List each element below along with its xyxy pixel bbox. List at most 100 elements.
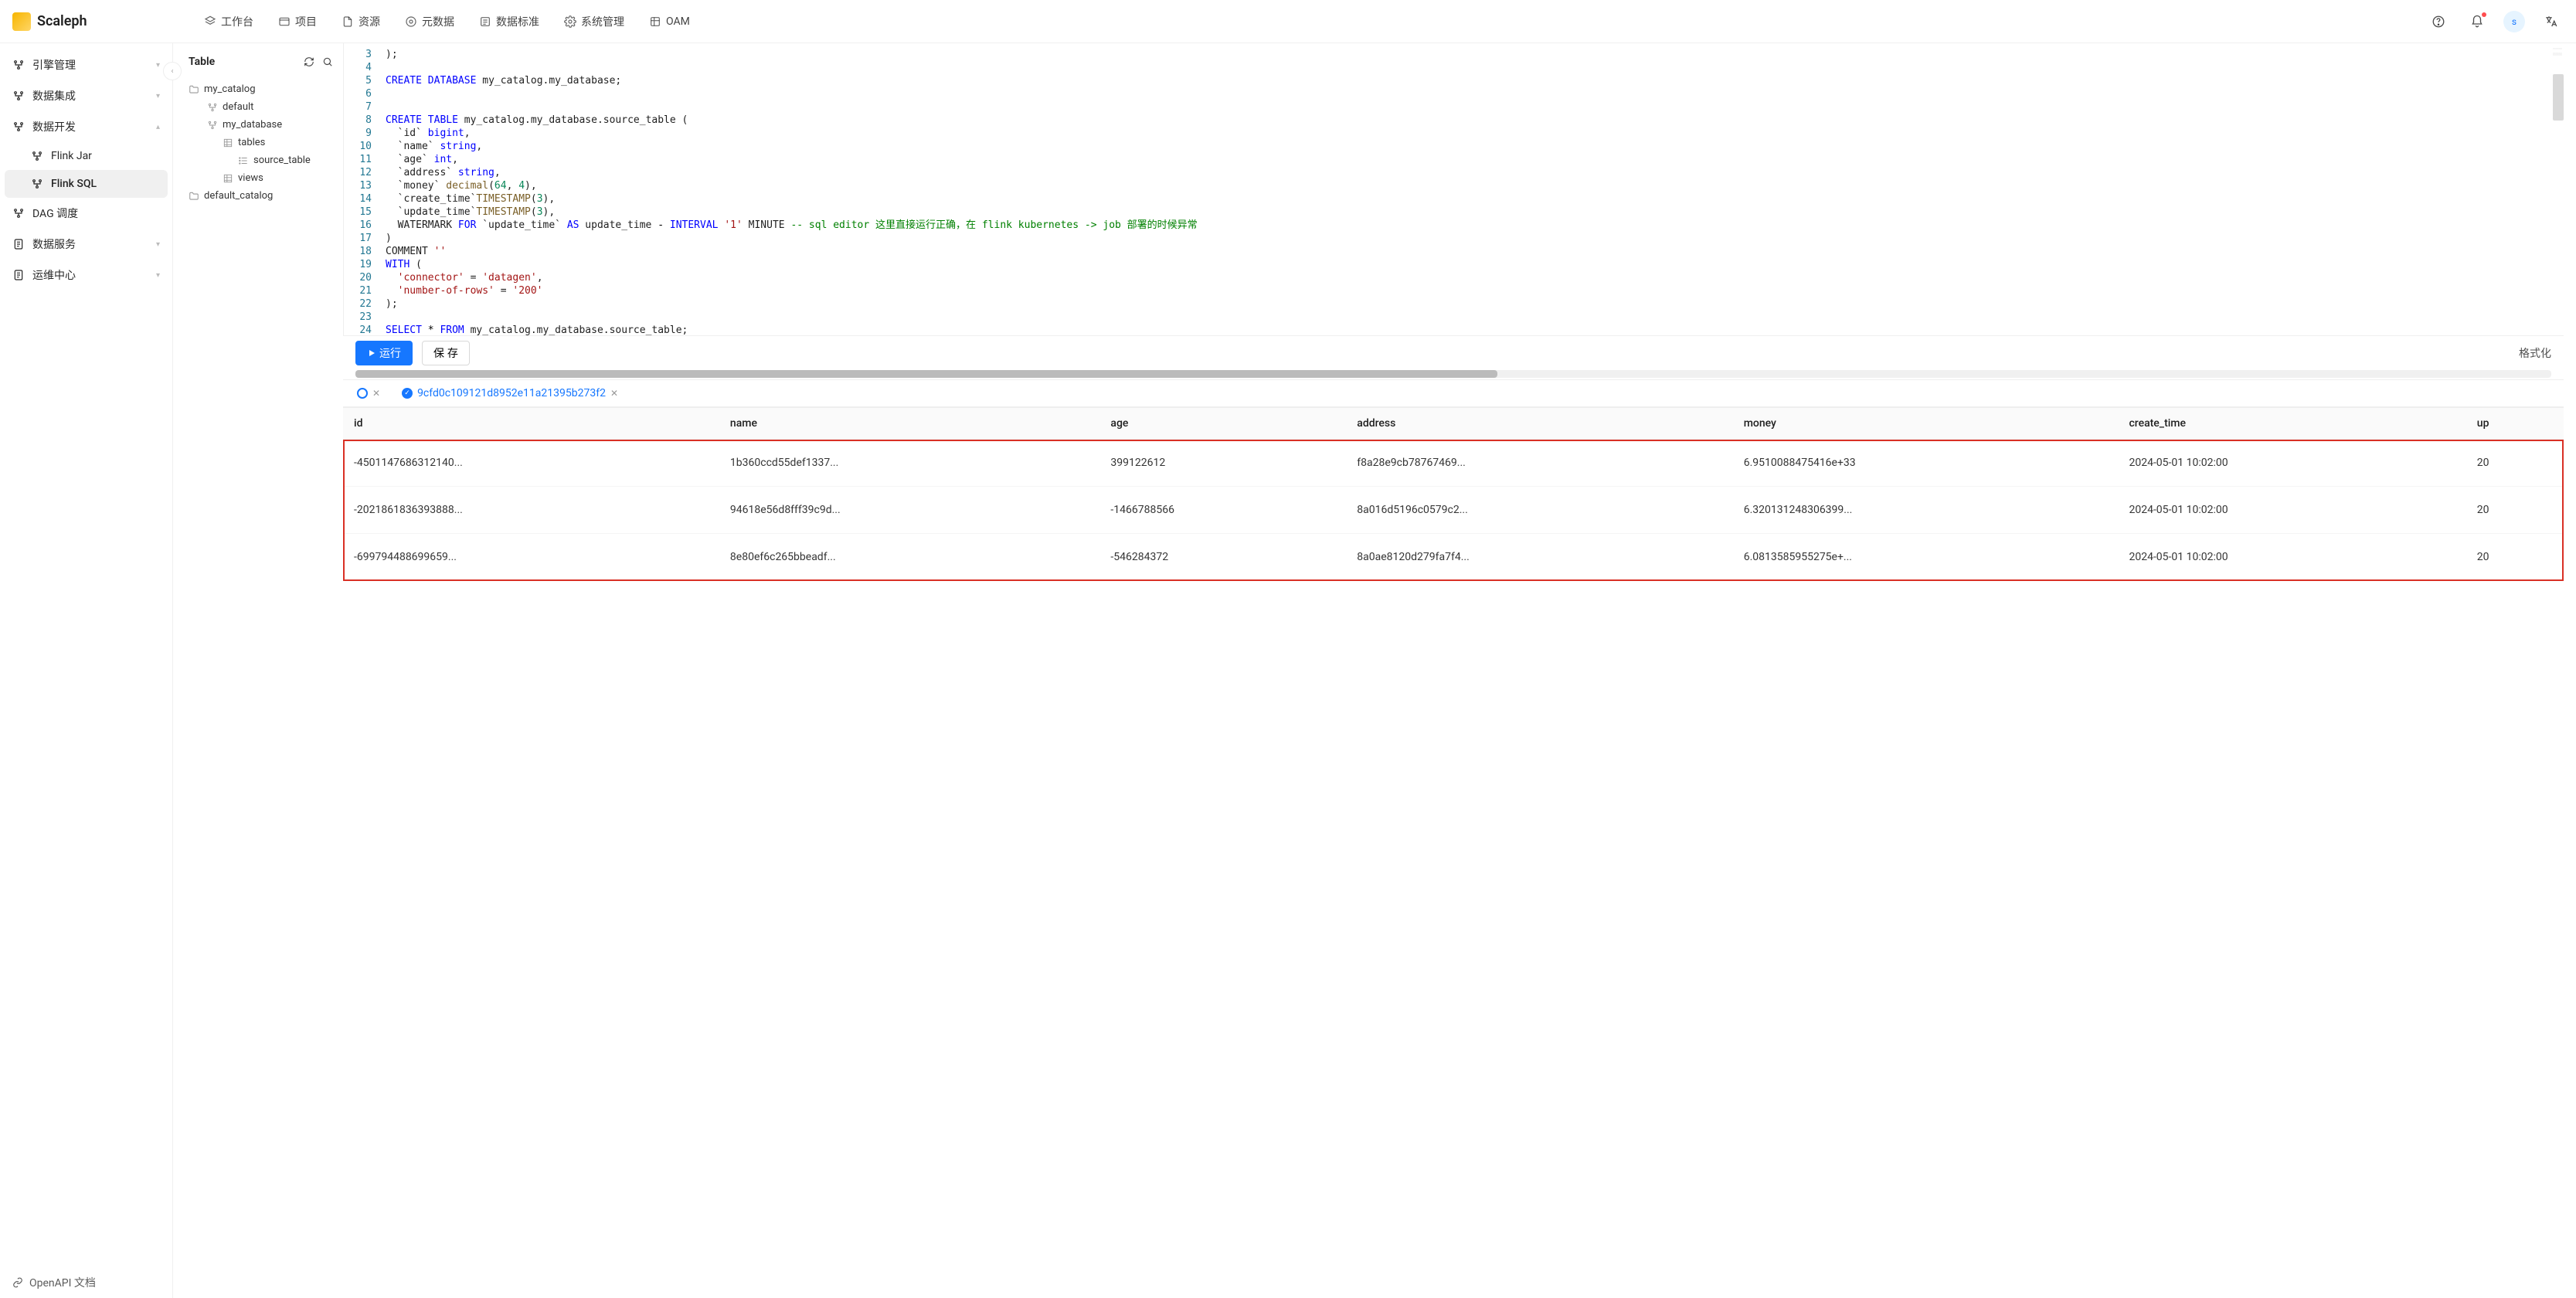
result-tab-active[interactable]: ✓ 9cfd0c109121d8952e11a21395b273f2 ✕ xyxy=(394,380,626,406)
nav-icon xyxy=(564,15,576,28)
column-header[interactable]: money xyxy=(1733,408,2119,440)
column-header[interactable]: id xyxy=(343,408,719,440)
top-nav-item[interactable]: 工作台 xyxy=(193,9,264,34)
table-cell: 6.320131248306399... xyxy=(1733,487,2119,534)
table-cell: -2021861836393888... xyxy=(343,487,719,534)
editor-horizontal-scrollbar[interactable] xyxy=(355,370,2551,378)
table-cell: f8a28e9cb78767469... xyxy=(1346,440,1732,487)
notification-dot xyxy=(2482,12,2486,17)
sidebar-item-label: Flink Jar xyxy=(51,150,92,162)
sidebar-item[interactable]: 引擎管理▾ xyxy=(0,49,172,80)
db-icon xyxy=(207,120,218,131)
refresh-icon[interactable] xyxy=(300,53,318,71)
tree-node[interactable]: views xyxy=(189,169,337,187)
save-button[interactable]: 保 存 xyxy=(422,341,470,365)
sidebar-item-label: Flink SQL xyxy=(51,178,97,190)
link-icon xyxy=(12,1277,23,1288)
column-header[interactable]: address xyxy=(1346,408,1732,440)
sidebar-subitem[interactable]: Flink SQL xyxy=(5,170,168,198)
menu-icon xyxy=(12,121,25,133)
table-cell: 8a016d5196c0579c2... xyxy=(1346,487,1732,534)
table-cell: 8e80ef6c265bbeadf... xyxy=(719,534,1100,581)
tree-node-label: views xyxy=(238,172,263,184)
table-cell: 20 xyxy=(2466,487,2564,534)
table-row[interactable]: -2021861836393888...94618e56d8fff39c9d..… xyxy=(343,487,2564,534)
nav-label: 数据标准 xyxy=(496,14,539,29)
status-check-icon: ✓ xyxy=(402,388,413,399)
column-header[interactable]: name xyxy=(719,408,1100,440)
top-nav-item[interactable]: 元数据 xyxy=(394,9,465,34)
db-icon xyxy=(207,102,218,113)
column-header[interactable]: create_time xyxy=(2118,408,2466,440)
chevron-up-icon: ▴ xyxy=(156,123,160,131)
tree-node-label: my_catalog xyxy=(204,83,256,95)
tree-node[interactable]: my_database xyxy=(189,116,337,134)
search-icon[interactable] xyxy=(318,53,337,71)
run-button[interactable]: 运行 xyxy=(355,341,413,365)
editor-scrollbar[interactable] xyxy=(2553,74,2564,121)
sidebar-item[interactable]: 数据集成▾ xyxy=(0,80,172,111)
table-cell: 2024-05-01 10:02:00 xyxy=(2118,487,2466,534)
tree-node-label: default_catalog xyxy=(204,190,273,202)
top-nav-item[interactable]: 系统管理 xyxy=(553,9,635,34)
table-cell: -546284372 xyxy=(1099,534,1346,581)
nav-icon xyxy=(405,15,417,28)
folder-icon xyxy=(189,84,199,95)
sidebar-item[interactable]: DAG 调度 xyxy=(0,198,172,229)
table-cell: -1466788566 xyxy=(1099,487,1346,534)
chevron-down-icon: ▾ xyxy=(156,61,160,70)
result-tab-pending[interactable]: ✕ xyxy=(349,380,388,406)
tree-node[interactable]: default_catalog xyxy=(189,187,337,205)
editor-code[interactable]: );CREATE DATABASE my_catalog.my_database… xyxy=(379,43,2564,335)
top-nav-item[interactable]: 资源 xyxy=(331,9,391,34)
table-cell: 1b360ccd55def1337... xyxy=(719,440,1100,487)
play-icon xyxy=(367,348,376,358)
table-row[interactable]: -699794488699659...8e80ef6c265bbeadf...-… xyxy=(343,534,2564,581)
language-icon[interactable] xyxy=(2539,9,2564,34)
top-nav-item[interactable]: 数据标准 xyxy=(468,9,550,34)
tree-node[interactable]: my_catalog xyxy=(189,80,337,98)
table-row[interactable]: -4501147686312140...1b360ccd55def1337...… xyxy=(343,440,2564,487)
bell-icon[interactable] xyxy=(2465,9,2489,34)
top-nav: 工作台 项目资源元数据 数据标准 系统管理 OAM xyxy=(193,9,2426,34)
menu-icon xyxy=(12,238,25,250)
chevron-down-icon: ▾ xyxy=(156,92,160,100)
grid-icon xyxy=(223,173,233,184)
help-icon[interactable] xyxy=(2426,9,2451,34)
save-button-label: 保 存 xyxy=(433,345,458,361)
column-header[interactable]: age xyxy=(1099,408,1346,440)
table-cell: 2024-05-01 10:02:00 xyxy=(2118,440,2466,487)
tree-node[interactable]: source_table xyxy=(189,151,337,169)
top-nav-item[interactable]: OAM xyxy=(638,11,701,32)
column-header[interactable]: up xyxy=(2466,408,2564,440)
sidebar-subitem[interactable]: Flink Jar xyxy=(0,142,172,170)
sidebar-item[interactable]: 运维中心▾ xyxy=(0,260,172,291)
sidebar-item[interactable]: 数据服务 ▾ xyxy=(0,229,172,260)
grid-icon xyxy=(223,138,233,148)
sidebar-item-label: 数据服务 xyxy=(32,236,76,252)
sidebar-item-label: DAG 调度 xyxy=(32,206,78,221)
sidebar: ‹ 引擎管理▾数据集成▾数据开发▴Flink JarFlink SQLDAG 调… xyxy=(0,43,173,1298)
top-nav-item[interactable]: 项目 xyxy=(267,9,328,34)
app-name: Scaleph xyxy=(37,13,87,29)
sql-editor[interactable]: 3456789101112131415161718192021222324 );… xyxy=(343,43,2564,335)
tree-node[interactable]: tables xyxy=(189,134,337,151)
chevron-down-icon: ▾ xyxy=(156,240,160,249)
close-icon[interactable]: ✕ xyxy=(372,388,380,399)
close-icon[interactable]: ✕ xyxy=(610,388,618,399)
format-link[interactable]: 格式化 xyxy=(2519,345,2551,361)
tree-node[interactable]: default xyxy=(189,98,337,116)
tree-node-label: default xyxy=(223,101,253,113)
results-table: idnameageaddressmoneycreate_timeup -4501… xyxy=(343,407,2564,1298)
table-cell: 6.9510088475416e+33 xyxy=(1733,440,2119,487)
sidebar-collapse-toggle[interactable]: ‹ xyxy=(163,62,182,80)
nav-label: 项目 xyxy=(295,14,317,29)
openapi-docs-link[interactable]: OpenAPI 文档 xyxy=(12,1275,96,1290)
menu-icon xyxy=(12,90,25,102)
nav-label: 系统管理 xyxy=(581,14,624,29)
sidebar-item[interactable]: 数据开发▴ xyxy=(0,111,172,142)
app-logo[interactable]: Scaleph xyxy=(12,12,193,31)
result-tabs: ✕ ✓ 9cfd0c109121d8952e11a21395b273f2 ✕ xyxy=(343,379,2564,407)
user-avatar[interactable]: s xyxy=(2503,11,2525,32)
table-cell: 8a0ae8120d279fa7f4... xyxy=(1346,534,1732,581)
